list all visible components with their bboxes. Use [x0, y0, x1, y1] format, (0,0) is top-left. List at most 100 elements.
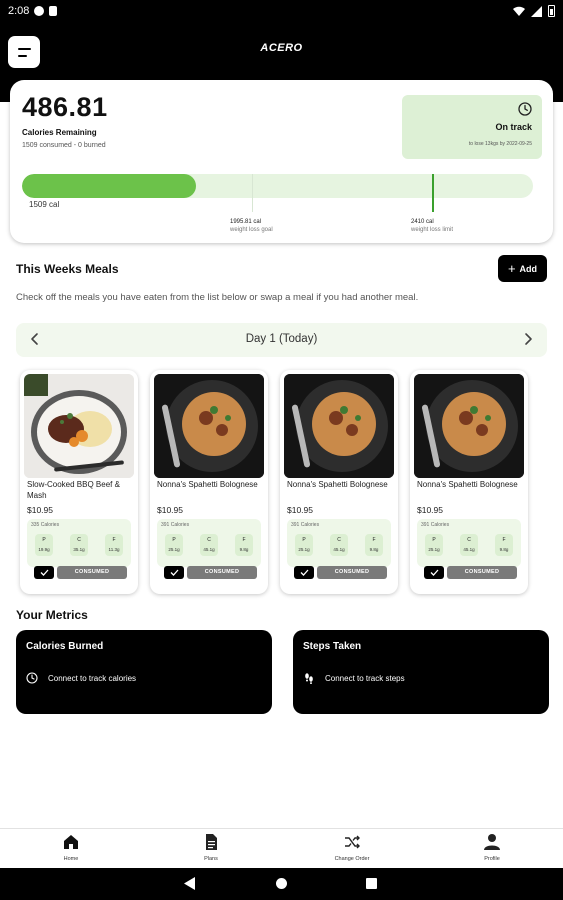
document-icon: [206, 834, 217, 850]
check-button[interactable]: [424, 566, 444, 579]
consumed-button[interactable]: CONSUMED: [447, 566, 517, 579]
fat-chip: F 9.8g: [235, 534, 253, 556]
bottom-nav: Home Plans Change Order Profile: [0, 828, 563, 868]
nav-item-change-order[interactable]: Change Order: [317, 833, 387, 862]
limit-caption: weight loss limit: [411, 226, 454, 233]
clock-icon: [518, 102, 532, 116]
meal-name: Nonna's Spahetti Bolognese: [417, 480, 518, 489]
calories-remaining-value: 486.81: [22, 92, 108, 122]
nav-item-home[interactable]: Home: [36, 833, 106, 862]
meal-price: $10.95: [157, 505, 183, 515]
home-circle-icon[interactable]: [276, 878, 287, 889]
nav-label: Change Order: [334, 856, 370, 862]
status-note: to lose 13kgs by 2022-09-25: [468, 141, 532, 147]
metric-action: Connect to track steps: [325, 673, 405, 683]
status-time: 2:08: [8, 5, 30, 17]
fat-chip: F 11.3g: [105, 534, 123, 556]
metric-title: Steps Taken: [303, 641, 362, 652]
protein-chip: P 19.9g: [35, 534, 53, 556]
meal-card[interactable]: Slow-Cooked BBQ Beef & Mash $10.95 335 C…: [20, 370, 138, 594]
check-button[interactable]: [34, 566, 54, 579]
protein-chip: P 25.1g: [165, 534, 183, 556]
calorie-summary-card: 486.81 Calories Remaining 1509 consumed …: [10, 80, 553, 243]
macro-panel: 391 Calories P 25.1g C 45.1g F 9.8g: [417, 519, 521, 567]
meal-price: $10.95: [417, 505, 443, 515]
battery-icon: [548, 5, 555, 17]
nav-label: Plans: [204, 856, 218, 862]
consumed-button[interactable]: CONSUMED: [317, 566, 387, 579]
meal-image: [24, 374, 134, 478]
recent-apps-icon[interactable]: [366, 878, 377, 889]
notification-icon: [34, 6, 45, 16]
carbs-chip: C 45.1g: [460, 534, 478, 556]
limit-value: 2410 cal: [411, 219, 434, 225]
goal-caption: weight loss goal: [230, 226, 273, 233]
shuffle-icon: [345, 835, 360, 849]
meal-calories: 335 Calories: [31, 522, 60, 528]
footprints-icon: [305, 673, 313, 684]
plus-icon: +: [507, 261, 516, 276]
check-icon: [170, 569, 178, 576]
connect-calories-link[interactable]: Connect to track calories: [26, 672, 136, 684]
goal-value: 1995.81 cal: [230, 219, 262, 225]
clock-icon: [26, 672, 38, 684]
calorie-progress-bar: [22, 174, 533, 198]
meal-price: $10.95: [287, 505, 313, 515]
meal-card[interactable]: Nonna's Spahetti Bolognese $10.95 391 Ca…: [150, 370, 268, 594]
meal-price: $10.95: [27, 505, 53, 515]
goal-label: 1995.81 cal weight loss goal: [230, 219, 273, 235]
steps-taken-card[interactable]: Steps Taken Connect to track steps: [293, 630, 549, 714]
calories-summary: 1509 consumed - 0 burned: [22, 142, 106, 149]
goal-marker: [252, 174, 253, 212]
nav-item-plans[interactable]: Plans: [176, 833, 246, 862]
status-panel: On track to lose 13kgs by 2022-09-25: [402, 95, 542, 159]
meal-card[interactable]: Nonna's Spahetti Bolognese $10.95 391 Ca…: [410, 370, 528, 594]
protein-chip: P 25.1g: [425, 534, 443, 556]
protein-chip: P 25.1g: [295, 534, 313, 556]
meal-image: [154, 374, 264, 478]
signal-icon: [531, 5, 542, 17]
chevron-right-icon[interactable]: [520, 331, 536, 347]
day-label: Day 1 (Today): [245, 333, 318, 345]
status-bar: 2:08: [0, 0, 563, 22]
meals-section-title: This Weeks Meals: [16, 262, 119, 276]
day-selector: Day 1 (Today): [16, 323, 547, 357]
wifi-icon: [513, 6, 525, 16]
macro-panel: 391 Calories P 25.1g C 45.1g F 9.8g: [287, 519, 391, 567]
metrics-section-title: Your Metrics: [16, 608, 88, 622]
back-icon[interactable]: [184, 877, 196, 890]
limit-marker: [432, 174, 434, 212]
fat-chip: F 9.8g: [495, 534, 513, 556]
meal-card[interactable]: Nonna's Spahetti Bolognese $10.95 391 Ca…: [280, 370, 398, 594]
consumed-button[interactable]: CONSUMED: [57, 566, 127, 579]
carbs-chip: C 45.1g: [200, 534, 218, 556]
add-label: Add: [519, 263, 538, 274]
fat-chip: F 9.8g: [365, 534, 383, 556]
calories-burned-card[interactable]: Calories Burned Connect to track calorie…: [16, 630, 272, 714]
meal-calories: 391 Calories: [421, 522, 450, 528]
meals-description: Check off the meals you have eaten from …: [16, 292, 419, 303]
nav-label: Home: [63, 856, 79, 862]
check-icon: [300, 569, 308, 576]
add-meal-button[interactable]: + Add: [498, 255, 547, 282]
check-button[interactable]: [164, 566, 184, 579]
meal-name: Slow-Cooked BBQ Beef & Mash: [27, 480, 120, 500]
connect-steps-link[interactable]: Connect to track steps: [303, 672, 405, 684]
home-icon: [64, 835, 78, 849]
meal-calories: 391 Calories: [291, 522, 320, 528]
meal-name: Nonna's Spahetti Bolognese: [157, 480, 258, 489]
check-icon: [40, 569, 48, 576]
consumed-button[interactable]: CONSUMED: [187, 566, 257, 579]
meal-image: [414, 374, 524, 478]
meal-calories: 391 Calories: [161, 522, 190, 528]
metric-action: Connect to track calories: [48, 673, 137, 683]
meal-name: Nonna's Spahetti Bolognese: [287, 480, 388, 489]
app-logo: ACERO: [260, 42, 303, 54]
limit-label: 2410 cal weight loss limit: [411, 219, 453, 235]
macro-panel: 391 Calories P 25.1g C 45.1g F 9.8g: [157, 519, 261, 567]
status-label: On track: [495, 122, 532, 132]
nav-item-profile[interactable]: Profile: [457, 833, 527, 862]
check-button[interactable]: [294, 566, 314, 579]
nav-label: Profile: [484, 856, 500, 862]
carbs-chip: C 45.1g: [330, 534, 348, 556]
